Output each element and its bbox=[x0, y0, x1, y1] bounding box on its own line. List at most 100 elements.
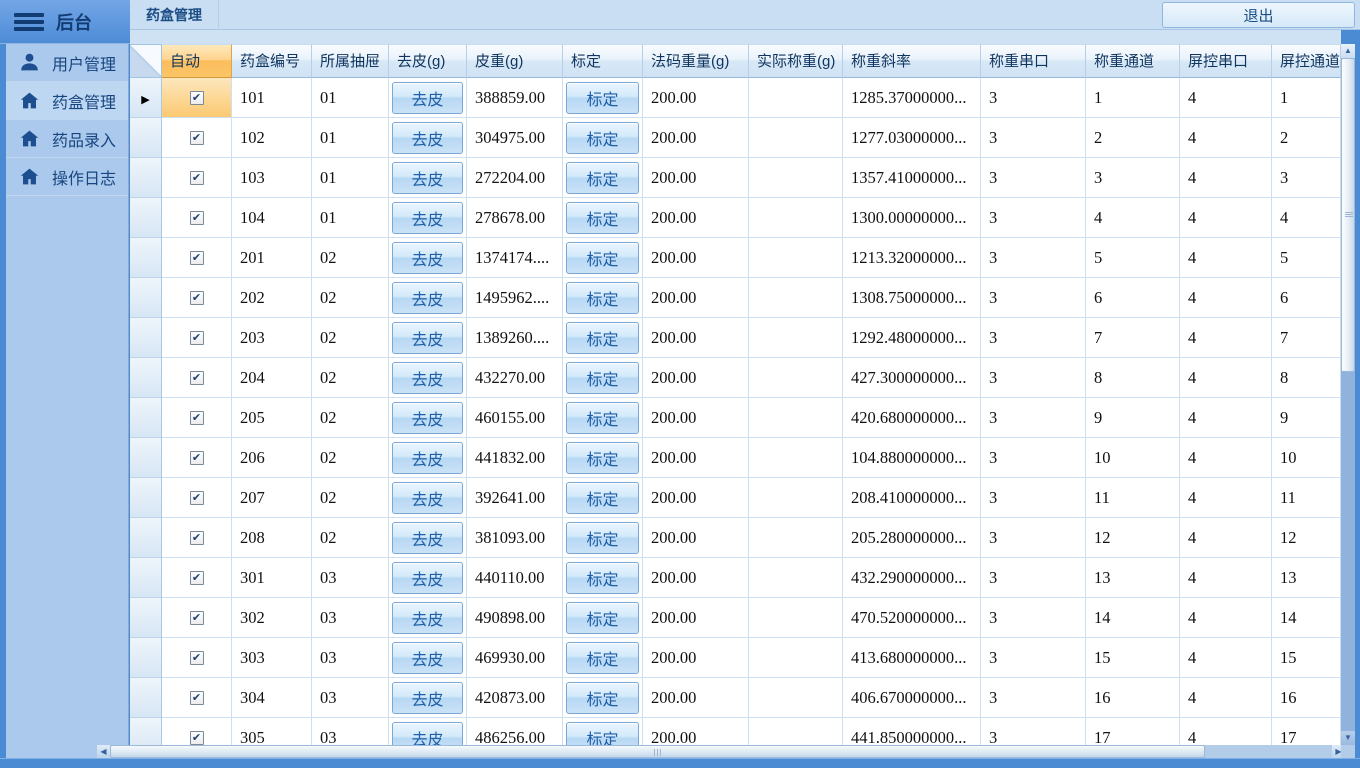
exit-button[interactable]: 退出 bbox=[1162, 2, 1355, 28]
auto-checkbox[interactable]: ✔ bbox=[190, 531, 204, 545]
tare-button[interactable]: 去皮 bbox=[392, 202, 463, 234]
column-header-channel[interactable]: 称重通道 bbox=[1086, 44, 1180, 78]
auto-checkbox[interactable]: ✔ bbox=[190, 571, 204, 585]
auto-checkbox[interactable]: ✔ bbox=[190, 291, 204, 305]
tare-button[interactable]: 去皮 bbox=[392, 322, 463, 354]
auto-checkbox[interactable]: ✔ bbox=[190, 91, 204, 105]
scroll-left-arrow-icon[interactable]: ◀ bbox=[97, 745, 110, 758]
column-header-weight_std[interactable]: 法码重量(g) bbox=[643, 44, 749, 78]
row-selector[interactable] bbox=[130, 358, 162, 398]
column-header-auto[interactable]: 自动 bbox=[162, 44, 232, 78]
calibrate-button[interactable]: 标定 bbox=[566, 82, 639, 114]
column-header-tare_weight[interactable]: 皮重(g) bbox=[467, 44, 563, 78]
auto-checkbox[interactable]: ✔ bbox=[190, 651, 204, 665]
vertical-scrollbar-thumb[interactable] bbox=[1341, 58, 1355, 372]
auto-checkbox[interactable]: ✔ bbox=[190, 251, 204, 265]
auto-checkbox[interactable]: ✔ bbox=[190, 171, 204, 185]
sidebar-item-3[interactable]: 操作日志 bbox=[6, 158, 128, 196]
calibrate-button[interactable]: 标定 bbox=[566, 322, 639, 354]
hamburger-menu-icon[interactable] bbox=[14, 10, 44, 34]
row-selector[interactable]: ▶ bbox=[130, 78, 162, 118]
column-header-drawer[interactable]: 所属抽屉 bbox=[312, 44, 389, 78]
sidebar-item-2[interactable]: 药品录入 bbox=[6, 120, 128, 158]
tare-button[interactable]: 去皮 bbox=[392, 362, 463, 394]
row-selector[interactable] bbox=[130, 438, 162, 478]
auto-checkbox[interactable]: ✔ bbox=[190, 691, 204, 705]
tare-button[interactable]: 去皮 bbox=[392, 442, 463, 474]
tare-button[interactable]: 去皮 bbox=[392, 562, 463, 594]
select-all-corner[interactable] bbox=[130, 44, 162, 78]
cell-slope: 1308.75000000... bbox=[843, 278, 981, 318]
tare-button[interactable]: 去皮 bbox=[392, 82, 463, 114]
tare-button[interactable]: 去皮 bbox=[392, 682, 463, 714]
auto-checkbox[interactable]: ✔ bbox=[190, 611, 204, 625]
column-header-serial[interactable]: 称重串口 bbox=[981, 44, 1086, 78]
tare-button[interactable]: 去皮 bbox=[392, 282, 463, 314]
horizontal-scrollbar-thumb[interactable] bbox=[110, 745, 1205, 758]
calibrate-button[interactable]: 标定 bbox=[566, 282, 639, 314]
tab-medicine-box-management[interactable]: 药盒管理 bbox=[130, 0, 219, 30]
calibrate-button[interactable]: 标定 bbox=[566, 162, 639, 194]
auto-checkbox[interactable]: ✔ bbox=[190, 411, 204, 425]
tare-button[interactable]: 去皮 bbox=[392, 402, 463, 434]
row-selector[interactable] bbox=[130, 318, 162, 358]
cell-serial: 3 bbox=[981, 398, 1086, 438]
tare-button[interactable]: 去皮 bbox=[392, 522, 463, 554]
tare-button[interactable]: 去皮 bbox=[392, 162, 463, 194]
tare-button[interactable]: 去皮 bbox=[392, 482, 463, 514]
scroll-down-arrow-icon[interactable]: ▼ bbox=[1341, 731, 1355, 745]
auto-checkbox[interactable]: ✔ bbox=[190, 371, 204, 385]
calibrate-button[interactable]: 标定 bbox=[566, 522, 639, 554]
cell-actual bbox=[749, 238, 843, 278]
row-selector[interactable] bbox=[130, 398, 162, 438]
column-header-calib_btn[interactable]: 标定 bbox=[563, 44, 643, 78]
column-header-tare_btn[interactable]: 去皮(g) bbox=[389, 44, 467, 78]
row-selector[interactable] bbox=[130, 158, 162, 198]
row-selector[interactable] bbox=[130, 118, 162, 158]
auto-checkbox[interactable]: ✔ bbox=[190, 131, 204, 145]
row-selector[interactable] bbox=[130, 598, 162, 638]
row-selector[interactable] bbox=[130, 718, 162, 745]
calibrate-button[interactable]: 标定 bbox=[566, 602, 639, 634]
row-selector[interactable] bbox=[130, 518, 162, 558]
column-header-slope[interactable]: 称重斜率 bbox=[843, 44, 981, 78]
tare-button[interactable]: 去皮 bbox=[392, 122, 463, 154]
horizontal-scrollbar[interactable]: ◀ ▶ bbox=[97, 745, 1345, 758]
column-header-screen_channel[interactable]: 屏控通道 bbox=[1272, 44, 1341, 78]
calibrate-button[interactable]: 标定 bbox=[566, 362, 639, 394]
column-header-screen_serial[interactable]: 屏控串口 bbox=[1180, 44, 1272, 78]
calibrate-button[interactable]: 标定 bbox=[566, 562, 639, 594]
calibrate-button[interactable]: 标定 bbox=[566, 242, 639, 274]
column-header-actual[interactable]: 实际称重(g) bbox=[749, 44, 843, 78]
auto-checkbox[interactable]: ✔ bbox=[190, 211, 204, 225]
column-header-box_no[interactable]: 药盒编号 bbox=[232, 44, 312, 78]
calibrate-button[interactable]: 标定 bbox=[566, 642, 639, 674]
row-selector[interactable] bbox=[130, 558, 162, 598]
row-selector[interactable] bbox=[130, 478, 162, 518]
calibrate-button[interactable]: 标定 bbox=[566, 442, 639, 474]
auto-checkbox[interactable]: ✔ bbox=[190, 731, 204, 745]
sidebar-header[interactable]: 后台 bbox=[0, 0, 130, 44]
calibrate-button[interactable]: 标定 bbox=[566, 722, 639, 746]
auto-checkbox[interactable]: ✔ bbox=[190, 491, 204, 505]
row-selector[interactable] bbox=[130, 238, 162, 278]
calibrate-button[interactable]: 标定 bbox=[566, 402, 639, 434]
auto-checkbox[interactable]: ✔ bbox=[190, 331, 204, 345]
calibrate-button[interactable]: 标定 bbox=[566, 202, 639, 234]
calibrate-button[interactable]: 标定 bbox=[566, 482, 639, 514]
auto-checkbox[interactable]: ✔ bbox=[190, 451, 204, 465]
scroll-up-arrow-icon[interactable]: ▲ bbox=[1341, 44, 1355, 58]
tare-button[interactable]: 去皮 bbox=[392, 242, 463, 274]
row-selector[interactable] bbox=[130, 198, 162, 238]
sidebar-item-0[interactable]: 用户管理 bbox=[6, 44, 128, 82]
tare-button[interactable]: 去皮 bbox=[392, 642, 463, 674]
row-selector[interactable] bbox=[130, 278, 162, 318]
row-selector[interactable] bbox=[130, 678, 162, 718]
calibrate-button[interactable]: 标定 bbox=[566, 682, 639, 714]
tare-button[interactable]: 去皮 bbox=[392, 602, 463, 634]
tare-button[interactable]: 去皮 bbox=[392, 722, 463, 746]
calibrate-button[interactable]: 标定 bbox=[566, 122, 639, 154]
vertical-scrollbar[interactable]: ▲ ▼ bbox=[1341, 44, 1355, 745]
row-selector[interactable] bbox=[130, 638, 162, 678]
sidebar-item-1[interactable]: 药盒管理 bbox=[6, 82, 128, 120]
